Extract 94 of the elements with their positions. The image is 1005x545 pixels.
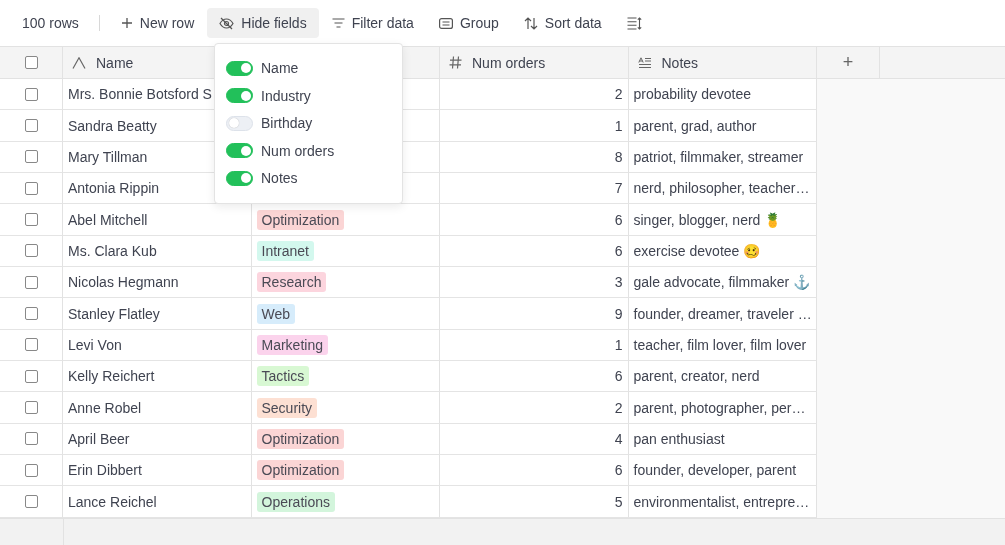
table-cell: pan enthusiast — [633, 430, 725, 447]
table-cell: singer, blogger, nerd 🍍 — [633, 211, 782, 228]
industry-tag: Optimization — [256, 460, 345, 481]
industry-tag: Tactics — [256, 366, 310, 387]
checkbox[interactable] — [24, 213, 38, 227]
text-type-icon — [72, 56, 86, 69]
checkbox[interactable] — [24, 463, 38, 477]
filter-icon — [331, 18, 345, 28]
table-cell: Abel Mitchell — [68, 211, 148, 228]
table-cell: 2 — [614, 399, 623, 416]
sort-icon — [523, 16, 538, 30]
checkbox[interactable] — [24, 432, 38, 446]
checkbox[interactable] — [24, 181, 38, 195]
table-cell: 2 — [614, 86, 623, 103]
industry-tag: Marketing — [256, 334, 328, 355]
checkbox[interactable] — [24, 150, 38, 164]
table-cell: 6 — [614, 242, 623, 259]
industry-tag: Operations — [256, 491, 335, 512]
table-cell: Mrs. Bonnie Botsford S — [68, 86, 212, 103]
industry-tag: Optimization — [256, 428, 345, 449]
table-cell: 3 — [614, 274, 623, 291]
group-icon — [438, 17, 453, 29]
table-cell: Antonia Rippin — [68, 180, 160, 197]
toolbar-button[interactable]: Filter data — [319, 8, 426, 38]
industry-tag: Intranet — [256, 240, 314, 261]
row-height-icon — [626, 16, 642, 30]
long-text-icon — [637, 56, 652, 69]
hash-icon — [449, 56, 462, 69]
table-cell: 8 — [614, 148, 623, 165]
toolbar-button[interactable]: New row — [108, 8, 207, 38]
checkbox[interactable] — [24, 87, 38, 101]
industry-tag: Research — [256, 272, 327, 293]
table-cell: nerd, philosopher, teacher… — [633, 180, 810, 197]
toggle-switch[interactable] — [226, 143, 253, 158]
checkbox[interactable] — [24, 56, 38, 69]
column-header[interactable]: Notes — [628, 47, 817, 78]
table-cell: founder, developer, parent — [633, 462, 797, 479]
checkbox[interactable] — [24, 275, 38, 289]
table-cell: 6 — [614, 462, 623, 479]
row-count: 100 rows — [22, 15, 79, 31]
eye-slash-icon — [219, 16, 235, 30]
field-label: Notes — [261, 170, 298, 186]
table-cell: Levi Von — [68, 336, 122, 353]
table-cell: 1 — [614, 336, 623, 353]
table-cell: parent, grad, author — [633, 117, 757, 134]
checkbox[interactable] — [24, 401, 38, 415]
table-cell: Kelly Reichert — [68, 368, 155, 385]
toolbar-button[interactable]: Hide fields — [207, 8, 319, 38]
table-cell: Erin Dibbert — [68, 462, 142, 479]
table-cell: 7 — [614, 180, 623, 197]
checkbox[interactable] — [24, 119, 38, 132]
table-cell: parent, creator, nerd — [633, 368, 760, 385]
table-cell: April Beer — [68, 430, 130, 447]
table-cell: Anne Robel — [68, 399, 142, 416]
table-cell: 5 — [614, 493, 623, 510]
table-cell: Sandra Beatty — [68, 117, 157, 134]
industry-tag: Web — [256, 303, 296, 324]
table-cell: gale advocate, filmmaker ⚓ — [633, 274, 811, 291]
table-cell: patriot, filmmaker, streamer — [633, 148, 804, 165]
table-cell: environmentalist, entrepre… — [633, 493, 810, 510]
table-cell: Lance Reichel — [68, 493, 157, 510]
plus-icon — [120, 17, 133, 29]
table-cell: 6 — [614, 211, 623, 228]
table-cell: 1 — [614, 117, 623, 134]
table-cell: probability devotee — [633, 86, 752, 103]
table-cell: Stanley Flatley — [68, 305, 160, 322]
industry-tag: Optimization — [256, 209, 345, 230]
column-header[interactable]: Num orders — [440, 47, 629, 78]
checkbox[interactable] — [24, 338, 38, 352]
field-label: Birthday — [261, 115, 313, 131]
industry-tag: Security — [256, 397, 318, 418]
checkbox[interactable] — [24, 307, 38, 321]
table-cell: teacher, film lover, film lover — [633, 336, 807, 353]
toggle-switch[interactable] — [226, 170, 253, 186]
checkbox[interactable] — [24, 244, 38, 258]
table-cell: exercise devotee 🥴 — [633, 242, 761, 259]
table-cell: founder, dreamer, traveler … — [633, 305, 812, 322]
checkbox[interactable] — [24, 495, 38, 509]
checkbox[interactable] — [24, 369, 38, 383]
toggle-switch[interactable] — [226, 60, 253, 76]
table-cell: 6 — [614, 368, 623, 385]
add-column-button[interactable]: + — [842, 52, 854, 73]
field-label: Name — [261, 60, 299, 76]
toggle-switch[interactable] — [226, 88, 253, 103]
table-cell: 9 — [614, 305, 623, 322]
table-cell: Nicolas Hegmann — [68, 274, 179, 291]
field-label: Num orders — [261, 142, 335, 159]
toolbar-button[interactable]: Sort data — [511, 8, 614, 38]
toolbar-button[interactable]: Group — [426, 8, 511, 38]
table-cell: 4 — [614, 430, 623, 447]
table-cell: Mary Tillman — [68, 148, 148, 165]
table-cell: Ms. Clara Kub — [68, 242, 157, 259]
field-label: Industry — [261, 87, 311, 104]
table-cell: parent, photographer, per… — [633, 399, 806, 416]
